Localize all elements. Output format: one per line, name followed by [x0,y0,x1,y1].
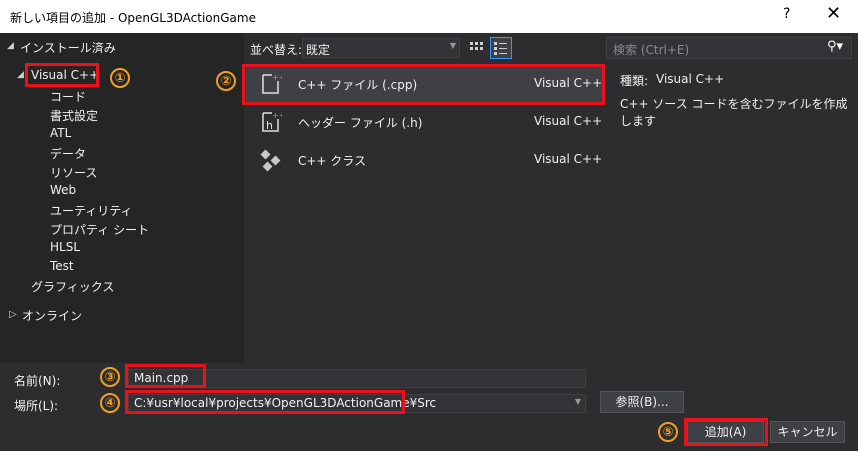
tree-item-utility[interactable]: ユーティリティ [50,202,133,219]
highlight-box-1 [25,63,99,87]
details-type-value: Visual C++ [656,72,725,86]
close-button[interactable]: ✕ [826,3,841,24]
callout-4: ④ [100,393,120,413]
tree-item-data[interactable]: データ [50,145,86,162]
cancel-button[interactable]: キャンセル [770,421,845,443]
sort-dropdown[interactable]: 既定 ▼ [302,38,460,58]
chevron-down-icon: ▼ [449,41,456,50]
help-button[interactable]: ? [783,6,790,22]
tree-item-web[interactable]: Web [50,183,76,197]
callout-2: ② [216,71,236,91]
sort-label: 並べ替え: [250,43,303,57]
callout-5: ⑤ [658,422,678,442]
details-type-label: 種類: [620,74,649,88]
search-input[interactable]: 検索 (Ctrl+E) ⚲▾ [606,37,852,59]
collapsed-triangle-icon[interactable]: ▷ [9,309,17,320]
template-language: Visual C++ [534,114,603,128]
location-label: 場所(L): [14,399,59,413]
tree-item-hlsl[interactable]: HLSL [50,240,80,254]
search-placeholder: 検索 (Ctrl+E) [613,43,690,57]
window-title: 新しい項目の追加 - OpenGL3DActionGame [10,11,256,25]
tree-item-atl[interactable]: ATL [50,126,71,140]
tree-item-code[interactable]: コード [50,88,86,105]
template-cpp-class[interactable]: C++ クラス Visual C++ [246,142,604,178]
svg-text:h: h [266,119,273,132]
template-name: ヘッダー ファイル (.h) [298,116,423,130]
template-header-file[interactable]: h ++ ヘッダー ファイル (.h) Visual C++ [246,104,604,140]
grid-icon [470,42,483,50]
tree-item-online[interactable]: オンライン [22,307,82,324]
highlight-box-2 [242,64,605,105]
highlight-box-4 [125,390,405,414]
title-bar: 新しい項目の追加 - OpenGL3DActionGame ? ✕ [0,0,858,33]
tree-item-installed[interactable]: インストール済み [20,39,116,56]
list-icon [494,42,507,55]
browse-button[interactable]: 参照(B)... [600,391,684,413]
expand-triangle-icon[interactable]: ◢ [17,70,24,80]
template-language: Visual C++ [534,152,603,166]
details-description: C++ ソース コードを含むファイルを作成します [620,97,848,128]
tree-item-graphics[interactable]: グラフィックス [31,278,114,295]
sort-value: 既定 [306,43,331,57]
small-icons-view-button[interactable] [466,37,486,57]
class-icon [260,149,281,172]
expand-triangle-icon[interactable]: ◢ [7,41,14,51]
callout-3: ③ [100,367,120,387]
name-label: 名前(N): [14,374,61,388]
tree-item-property-sheet[interactable]: プロパティ シート [50,221,149,238]
search-icon[interactable]: ⚲▾ [827,39,843,54]
tree-item-test[interactable]: Test [50,259,74,273]
template-name: C++ クラス [298,154,367,168]
tree-item-resource[interactable]: リソース [50,164,97,181]
list-view-button[interactable] [490,37,512,59]
tree-item-formatting[interactable]: 書式設定 [50,107,98,124]
svg-text:++: ++ [272,111,282,120]
highlight-box-5 [684,418,768,446]
callout-1: ① [110,68,130,88]
chevron-down-icon[interactable]: ▼ [575,397,581,406]
header-file-icon: h ++ [262,111,282,132]
highlight-box-3 [125,364,206,388]
